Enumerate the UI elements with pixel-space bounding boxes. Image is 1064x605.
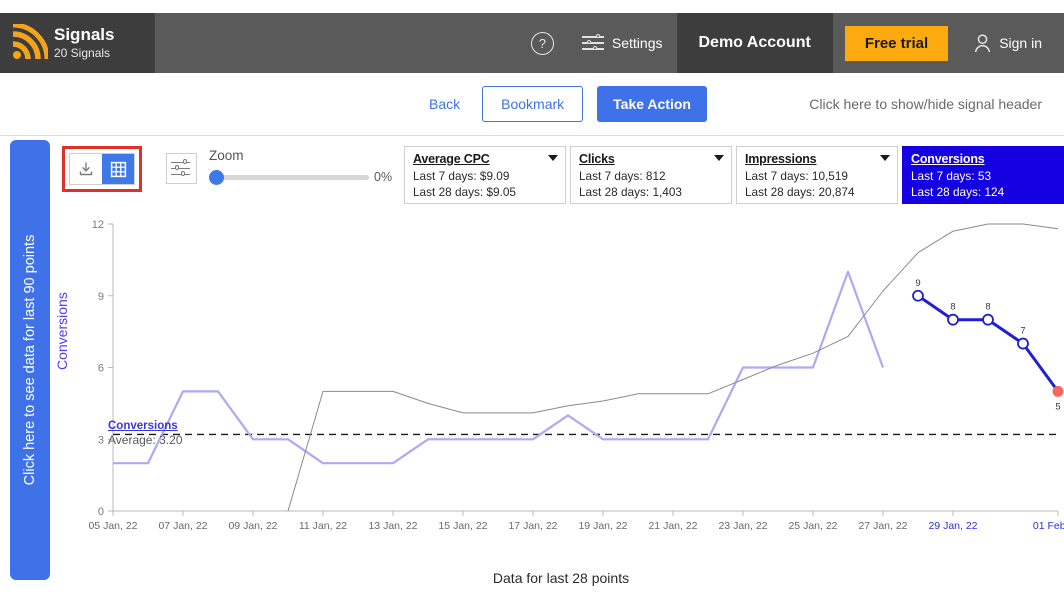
settings-label: Settings xyxy=(611,35,663,51)
metric-card-average-cpc[interactable]: Average CPC Last 7 days: $9.09 Last 28 d… xyxy=(404,146,566,204)
bookmark-button[interactable]: Bookmark xyxy=(482,86,584,122)
take-action-button[interactable]: Take Action xyxy=(597,86,707,122)
metric-last-7-days: Last 7 days: $9.09 xyxy=(413,168,510,183)
metric-card-clicks[interactable]: Clicks Last 7 days: 812 Last 28 days: 1,… xyxy=(570,146,732,204)
svg-text:12: 12 xyxy=(92,219,104,231)
export-view-toggle-group xyxy=(62,146,142,192)
settings-button[interactable]: Settings xyxy=(568,13,677,73)
rss-icon xyxy=(12,24,48,60)
last-90-points-rail[interactable]: Click here to see data for last 90 point… xyxy=(10,140,50,580)
svg-text:7: 7 xyxy=(1020,326,1025,337)
question-mark-icon: ? xyxy=(530,31,554,55)
free-trial-wrap: Free trial xyxy=(833,13,960,73)
top-navigation-bar: Signals 20 Signals ? Settings Demo Accou… xyxy=(0,13,1064,73)
filter-glyph xyxy=(170,159,193,178)
free-trial-button[interactable]: Free trial xyxy=(844,25,949,61)
chart-plot[interactable]: 0 3 6 9 12 05 Jan, 22 07 Jan, 22 09 Jan, 22 11 J… xyxy=(58,210,1064,540)
metric-last-28-days: Last 28 days: $9.05 xyxy=(413,185,516,199)
grid-table-icon[interactable] xyxy=(102,154,134,184)
metric-cards: Average CPC Last 7 days: $9.09 Last 28 d… xyxy=(404,146,1064,204)
svg-text:8: 8 xyxy=(950,302,955,313)
metric-last-28-days: Last 28 days: 124 xyxy=(911,185,1005,199)
metric-last-28-days: Last 28 days: 1,403 xyxy=(579,185,682,199)
svg-text:0: 0 xyxy=(98,506,104,518)
chart-footnote: Data for last 28 points xyxy=(492,570,630,586)
svg-text:29 Jan, 22: 29 Jan, 22 xyxy=(928,520,977,532)
zoom-label: Zoom xyxy=(209,148,244,163)
metric-last-7-days: Last 7 days: 812 xyxy=(579,168,666,183)
svg-text:23 Jan, 22: 23 Jan, 22 xyxy=(718,520,767,532)
svg-text:15 Jan, 22: 15 Jan, 22 xyxy=(438,520,487,532)
svg-text:05 Jan, 22: 05 Jan, 22 xyxy=(88,520,137,532)
svg-text:3: 3 xyxy=(98,434,104,446)
metric-card-conversions[interactable]: Conversions Last 7 days: 53 Last 28 days… xyxy=(902,146,1064,204)
svg-text:11 Jan, 22: 11 Jan, 22 xyxy=(299,520,347,532)
svg-text:6: 6 xyxy=(98,363,104,375)
zoom-slider-knob[interactable] xyxy=(209,170,224,185)
average-line-value: Average: 3.20 xyxy=(108,433,183,447)
svg-text:5: 5 xyxy=(1055,401,1060,412)
metric-last-7-days: Last 7 days: 53 xyxy=(911,168,992,183)
show-hide-signal-header-toggle[interactable]: Click here to show/hide signal header xyxy=(809,96,1042,112)
svg-text:19 Jan, 22: 19 Jan, 22 xyxy=(578,520,627,532)
metric-card-impressions[interactable]: Impressions Last 7 days: 10,519 Last 28 … xyxy=(736,146,898,204)
chevron-down-icon[interactable] xyxy=(548,155,558,161)
filter-sliders-icon[interactable] xyxy=(166,153,197,184)
brand-subtitle: 20 Signals xyxy=(54,46,111,61)
average-line-label: Conversions xyxy=(108,420,178,432)
signal-action-bar: Back Bookmark Take Action Click here to … xyxy=(0,73,1064,136)
conversions-chart[interactable]: Conversions 0 3 6 9 12 05 Jan, 22 07 Jan, 22 09… xyxy=(54,210,1064,605)
metric-last-28-days: Last 28 days: 20,874 xyxy=(745,185,855,199)
back-link[interactable]: Back xyxy=(429,96,460,112)
svg-text:17 Jan, 22: 17 Jan, 22 xyxy=(508,520,557,532)
user-avatar-icon xyxy=(975,33,991,52)
svg-text:8: 8 xyxy=(985,302,990,313)
metric-title: Average CPC xyxy=(413,152,490,166)
signin-button[interactable]: Sign in xyxy=(960,13,1064,73)
metric-title: Impressions xyxy=(745,152,817,166)
help-button[interactable]: ? xyxy=(517,13,568,73)
zoom-slider-track xyxy=(217,175,369,180)
download-icon[interactable] xyxy=(70,154,102,184)
svg-text:21 Jan, 22: 21 Jan, 22 xyxy=(648,520,697,532)
svg-text:13 Jan, 22: 13 Jan, 22 xyxy=(368,520,417,532)
svg-text:01 Feb, 22: 01 Feb, 22 xyxy=(1033,520,1064,532)
svg-text:07 Jan, 22: 07 Jan, 22 xyxy=(158,520,207,532)
brand-block[interactable]: Signals 20 Signals xyxy=(0,13,155,73)
svg-text:27 Jan, 22: 27 Jan, 22 xyxy=(858,520,907,532)
svg-text:9: 9 xyxy=(98,291,104,303)
chevron-down-icon[interactable] xyxy=(880,155,890,161)
chevron-down-icon[interactable] xyxy=(714,155,724,161)
svg-text:09 Jan, 22: 09 Jan, 22 xyxy=(228,520,277,532)
metric-title: Conversions xyxy=(911,152,985,166)
metric-last-7-days: Last 7 days: 10,519 xyxy=(745,168,848,183)
sliders-icon xyxy=(581,33,604,52)
zoom-slider[interactable] xyxy=(209,170,369,185)
last-90-points-rail-label: Click here to see data for last 90 point… xyxy=(22,234,38,486)
export-view-toggle-inner xyxy=(69,153,135,185)
signin-label: Sign in xyxy=(999,35,1042,51)
brand-title: Signals xyxy=(54,24,115,44)
average-line-legend: Conversions Average: 3.20 xyxy=(108,420,183,447)
svg-text:25 Jan, 22: 25 Jan, 22 xyxy=(788,520,837,532)
svg-text:9: 9 xyxy=(915,278,920,289)
zoom-percent-value: 0% xyxy=(374,170,393,184)
account-button[interactable]: Demo Account xyxy=(676,13,833,73)
metric-title: Clicks xyxy=(579,152,615,166)
